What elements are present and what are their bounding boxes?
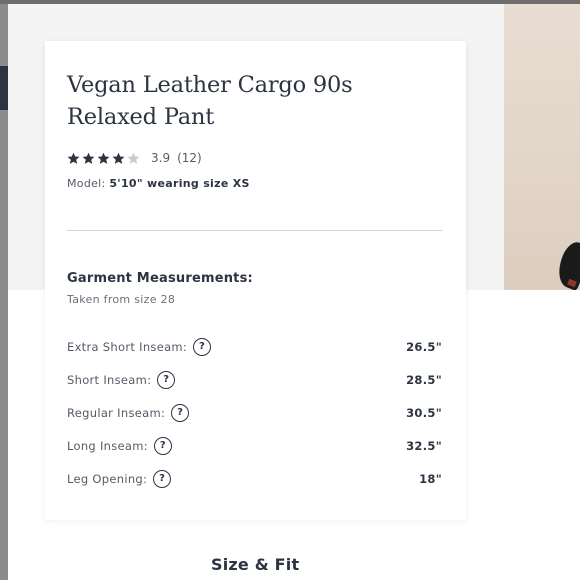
measurement-label: Long Inseam: <box>67 439 148 453</box>
measurement-label-wrap: Leg Opening: ? <box>67 470 172 488</box>
measurement-row-extra-short-inseam: Extra Short Inseam: ? 26.5" <box>67 336 442 358</box>
measurement-label-wrap: Regular Inseam: ? <box>67 404 190 422</box>
star-filled-icon <box>112 152 125 164</box>
measurement-label-wrap: Short Inseam: ? <box>67 371 176 389</box>
size-fit-heading[interactable]: Size & Fit <box>211 555 299 574</box>
rating-summary[interactable]: 3.9 (12) <box>67 149 202 167</box>
star-filled-icon <box>67 152 80 164</box>
star-empty-icon <box>127 152 140 164</box>
measurement-row-regular-inseam: Regular Inseam: ? 30.5" <box>67 402 442 424</box>
product-details-card: Vegan Leather Cargo 90s Relaxed Pant 3.9… <box>45 41 466 520</box>
measurement-label: Extra Short Inseam: <box>67 340 188 354</box>
question-circle-icon[interactable]: ? <box>193 338 212 356</box>
measurement-row-leg-opening: Leg Opening: ? 18" <box>67 468 442 490</box>
carousel-prev-button-edge[interactable] <box>0 66 8 110</box>
product-title: Vegan Leather Cargo 90s Relaxed Pant <box>67 72 353 130</box>
measurement-value: 18" <box>419 472 442 486</box>
product-photo <box>504 4 580 290</box>
measurement-value: 26.5" <box>406 340 442 354</box>
star-rating <box>67 152 142 165</box>
measurement-label-wrap: Extra Short Inseam: ? <box>67 338 212 356</box>
measurements-title: Garment Measurements: <box>67 271 253 286</box>
measurement-label: Regular Inseam: <box>67 406 166 420</box>
question-circle-icon[interactable]: ? <box>153 470 172 488</box>
question-circle-icon[interactable]: ? <box>157 371 176 389</box>
star-filled-icon <box>97 152 110 164</box>
review-count[interactable]: (12) <box>177 151 202 165</box>
measurement-label-wrap: Long Inseam: ? <box>67 437 172 455</box>
star-filled-icon <box>82 152 95 164</box>
rating-value: 3.9 <box>151 151 171 165</box>
measurement-value: 32.5" <box>406 439 442 453</box>
measurement-row-long-inseam: Long Inseam: ? 32.5" <box>67 435 442 457</box>
divider <box>67 230 442 231</box>
model-detail: 5'10" wearing size XS <box>109 177 250 190</box>
question-circle-icon[interactable]: ? <box>171 404 190 422</box>
measurements-subtitle: Taken from size 28 <box>67 293 176 306</box>
measurement-row-short-inseam: Short Inseam: ? 28.5" <box>67 369 442 391</box>
model-info: Model: 5'10" wearing size XS <box>67 177 250 190</box>
measurement-value: 30.5" <box>406 406 442 420</box>
measurement-label: Short Inseam: <box>67 373 152 387</box>
measurement-value: 28.5" <box>406 373 442 387</box>
measurement-label: Leg Opening: <box>67 472 148 486</box>
question-circle-icon[interactable]: ? <box>153 437 172 455</box>
model-prefix: Model: <box>67 177 106 190</box>
